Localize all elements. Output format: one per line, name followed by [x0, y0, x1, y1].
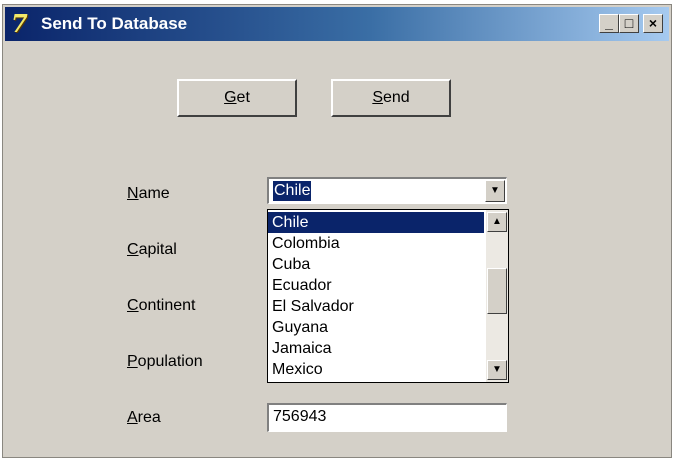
- name-dropdown-list[interactable]: Chile Colombia Cuba Ecuador El Salvador Guyan…: [267, 209, 509, 383]
- dropdown-option[interactable]: Guyana: [268, 317, 484, 338]
- continent-label: Continent: [127, 297, 196, 315]
- send-button-accel: S: [372, 89, 383, 106]
- delphi-app-icon: 7: [11, 9, 28, 38]
- send-button[interactable]: Send: [331, 79, 451, 117]
- dropdown-options: Chile Colombia Cuba Ecuador El Salvador Guyan…: [268, 212, 484, 380]
- maximize-button[interactable]: □: [619, 14, 639, 33]
- name-label-accel: N: [127, 185, 139, 202]
- scroll-down-icon[interactable]: ▼: [487, 360, 507, 380]
- get-button-accel: G: [224, 89, 237, 106]
- capital-label-accel: C: [127, 241, 139, 258]
- population-label-text: opulation: [137, 353, 203, 370]
- population-label: Population: [127, 353, 203, 371]
- scroll-up-icon[interactable]: ▲: [487, 212, 507, 232]
- area-field[interactable]: 756943: [267, 403, 507, 432]
- name-combobox-value: Chile: [273, 181, 312, 201]
- area-label-accel: A: [127, 409, 138, 426]
- close-button[interactable]: ×: [643, 14, 663, 33]
- dropdown-option[interactable]: Cuba: [268, 254, 484, 275]
- dropdown-option[interactable]: Chile: [268, 212, 484, 233]
- continent-label-text: ontinent: [138, 297, 196, 314]
- scroll-thumb[interactable]: [487, 268, 507, 314]
- dropdown-option[interactable]: El Salvador: [268, 296, 484, 317]
- get-button[interactable]: Get: [177, 79, 297, 117]
- send-button-label: end: [382, 89, 410, 106]
- get-button-label: et: [236, 89, 250, 106]
- name-combobox[interactable]: Chile ▼: [267, 177, 507, 204]
- title-bar[interactable]: 7 Send To Database _ □ ×: [5, 7, 669, 41]
- dropdown-option[interactable]: Mexico: [268, 359, 484, 380]
- capital-label-text: apital: [138, 241, 177, 258]
- name-label-text: ame: [138, 185, 170, 202]
- dropdown-arrow-icon[interactable]: ▼: [485, 180, 505, 202]
- population-label-accel: P: [127, 353, 138, 370]
- continent-label-accel: C: [127, 297, 139, 314]
- capital-label: Capital: [127, 241, 177, 259]
- dropdown-option[interactable]: Colombia: [268, 233, 484, 254]
- vertical-scrollbar[interactable]: ▲ ▼: [486, 210, 508, 382]
- window-title: Send To Database: [41, 14, 188, 33]
- dropdown-option[interactable]: Ecuador: [268, 275, 484, 296]
- name-label: Name: [127, 185, 170, 203]
- area-label: Area: [127, 409, 161, 427]
- dropdown-option[interactable]: Jamaica: [268, 338, 484, 359]
- area-label-text: rea: [137, 409, 161, 426]
- app-window: 7 Send To Database _ □ × Get Send Name C…: [2, 4, 672, 458]
- minimize-button[interactable]: _: [599, 14, 619, 33]
